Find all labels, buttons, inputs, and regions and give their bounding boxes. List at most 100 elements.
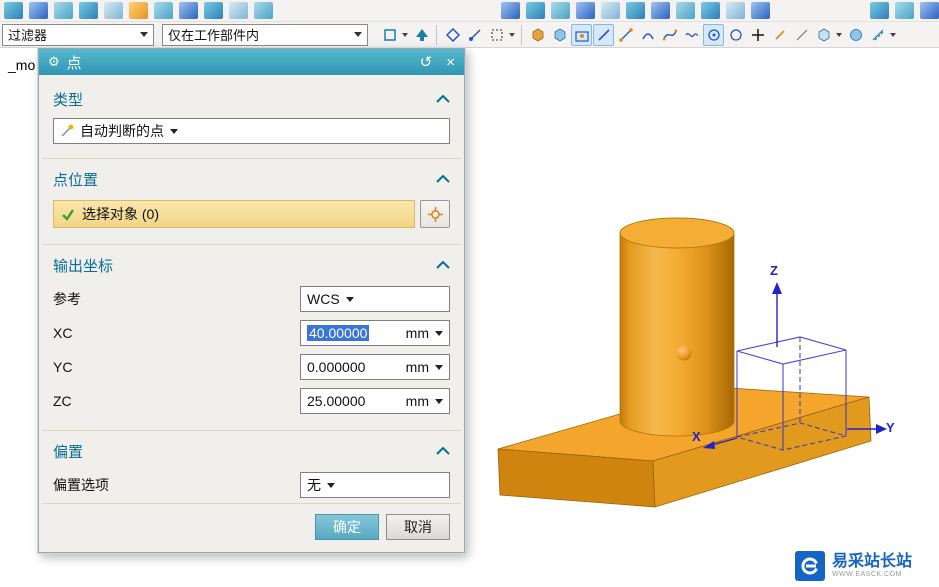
toolbar-icon[interactable] xyxy=(870,2,889,19)
line-segment-icon[interactable] xyxy=(769,24,790,46)
toolbar-icon[interactable] xyxy=(79,2,98,19)
dialog-titlebar[interactable]: ⚙ 点 ↺ × xyxy=(39,49,464,75)
xc-label: XC xyxy=(53,325,73,341)
toolbar-icon[interactable] xyxy=(229,2,248,19)
toolbar-icon[interactable] xyxy=(576,2,595,19)
chevron-up-icon[interactable] xyxy=(436,261,450,270)
toolbar-icon[interactable] xyxy=(254,2,273,19)
dialog-title: 点 xyxy=(66,54,82,72)
toolbar-icon[interactable] xyxy=(920,2,939,19)
zc-input[interactable]: 25.00000 mm xyxy=(300,388,450,414)
selection-filter-dropdown[interactable]: 过滤器 xyxy=(2,23,154,46)
y-axis-label: Y xyxy=(886,420,895,435)
point-on-face-icon[interactable] xyxy=(571,23,592,46)
close-button[interactable]: × xyxy=(446,54,455,71)
circle-center-icon[interactable] xyxy=(703,23,724,46)
chevron-down-icon[interactable] xyxy=(402,32,408,37)
offset-option-value: 无 xyxy=(307,477,321,493)
toolbar-icon[interactable] xyxy=(54,2,73,19)
toolbar-icon[interactable] xyxy=(726,2,745,19)
solid-cube-alt-icon[interactable] xyxy=(549,24,570,46)
toolbar-icon[interactable] xyxy=(154,2,173,19)
chevron-down-icon[interactable] xyxy=(509,32,515,37)
up-direction-icon[interactable] xyxy=(411,24,432,46)
snap-settings-icon[interactable] xyxy=(486,24,507,46)
toolbar-icon[interactable] xyxy=(701,2,720,19)
measure-tool-icon[interactable] xyxy=(867,24,888,46)
chevron-down-icon[interactable] xyxy=(890,32,896,37)
offset-option-dropdown[interactable]: 无 xyxy=(300,472,450,498)
line-endpoints-icon[interactable] xyxy=(615,24,636,46)
toolbar-icon[interactable] xyxy=(179,2,198,19)
coords-section-header[interactable]: 输出坐标 xyxy=(53,255,450,276)
type-section-header[interactable]: 类型 xyxy=(53,89,450,110)
reference-dropdown[interactable]: WCS xyxy=(300,286,450,312)
xc-value: 40.00000 xyxy=(307,325,370,341)
zc-label: ZC xyxy=(53,393,72,409)
datum-cube-icon[interactable] xyxy=(813,24,834,46)
sphere-tool-icon[interactable] xyxy=(845,24,866,46)
select-object-field[interactable]: 选择对象 (0) xyxy=(53,200,415,228)
toolbar-icon[interactable] xyxy=(626,2,645,19)
arc-icon[interactable] xyxy=(637,24,658,46)
toolbar-icon[interactable] xyxy=(895,2,914,19)
cylinder-boss[interactable] xyxy=(619,217,735,437)
chevron-up-icon[interactable] xyxy=(436,175,450,184)
toolbar-icon[interactable] xyxy=(129,2,148,19)
toolbar-icon[interactable] xyxy=(751,2,770,19)
ok-button[interactable]: 确定 xyxy=(315,514,379,540)
chevron-down-icon xyxy=(345,296,354,302)
zc-row: ZC 25.00000 mm xyxy=(53,388,450,414)
chevron-up-icon[interactable] xyxy=(436,447,450,456)
point-dialog-button[interactable] xyxy=(420,200,450,228)
chevron-down-icon[interactable] xyxy=(435,398,443,404)
spline-icon[interactable] xyxy=(659,24,680,46)
section-title: 输出坐标 xyxy=(53,258,114,275)
watermark-text: 易采站长站 WWW.EASCK.COM xyxy=(832,553,912,578)
snap-end-point-icon[interactable] xyxy=(464,24,485,46)
toolbar-icon[interactable] xyxy=(551,2,570,19)
xc-input[interactable]: 40.00000 mm xyxy=(300,320,450,346)
reset-button[interactable]: ↺ xyxy=(420,53,433,71)
snap-point-icon[interactable] xyxy=(442,24,463,46)
yc-value: 0.000000 xyxy=(307,359,366,375)
chevron-down-icon[interactable] xyxy=(435,330,443,336)
chevron-up-icon[interactable] xyxy=(436,95,450,104)
point-preview-sphere[interactable] xyxy=(676,345,692,361)
toolbar-icon[interactable] xyxy=(651,2,670,19)
offset-section-header[interactable]: 偏置 xyxy=(53,441,450,462)
solid-cube-icon[interactable] xyxy=(527,24,548,46)
point-tool-icon[interactable] xyxy=(747,24,768,46)
toolbar-icon[interactable] xyxy=(29,2,48,19)
cancel-button[interactable]: 取消 xyxy=(386,514,450,540)
toolbar-icon[interactable] xyxy=(526,2,545,19)
divider xyxy=(42,503,461,504)
circle-icon[interactable] xyxy=(725,24,746,46)
select-object-row: 选择对象 (0) xyxy=(53,200,450,228)
yc-input[interactable]: 0.000000 mm xyxy=(300,354,450,380)
chevron-down-icon[interactable] xyxy=(836,32,842,37)
chevron-down-icon xyxy=(140,32,148,37)
toolbar-icon[interactable] xyxy=(501,2,520,19)
toolbar-icon[interactable] xyxy=(204,2,223,19)
location-section-header[interactable]: 点位置 xyxy=(53,169,450,190)
line-thin-icon[interactable] xyxy=(791,24,812,46)
chevron-down-icon[interactable] xyxy=(435,364,443,370)
toolbar-icon[interactable] xyxy=(601,2,620,19)
point-constructor-icon xyxy=(427,206,443,222)
z-axis-label: Z xyxy=(770,263,778,278)
point-dialog: ⚙ 点 ↺ × 类型 自动判断的点 点位置 选择对象 (0) 输出坐标 参考 W… xyxy=(38,48,465,553)
zc-value: 25.00000 xyxy=(307,393,366,409)
wave-curve-icon[interactable] xyxy=(681,24,702,46)
selection-scope-dropdown[interactable]: 仅在工作部件内 xyxy=(162,23,368,46)
point-type-dropdown[interactable]: 自动判断的点 xyxy=(53,118,450,144)
chevron-down-icon xyxy=(354,32,362,37)
line-icon[interactable] xyxy=(593,23,614,46)
toolbar-icon[interactable] xyxy=(4,2,23,19)
datum-plane-icon[interactable] xyxy=(379,24,400,46)
toolbar-separator xyxy=(521,24,522,45)
toolbar-icon[interactable] xyxy=(104,2,123,19)
yc-label: YC xyxy=(53,359,73,375)
divider xyxy=(42,430,461,431)
toolbar-icon[interactable] xyxy=(676,2,695,19)
